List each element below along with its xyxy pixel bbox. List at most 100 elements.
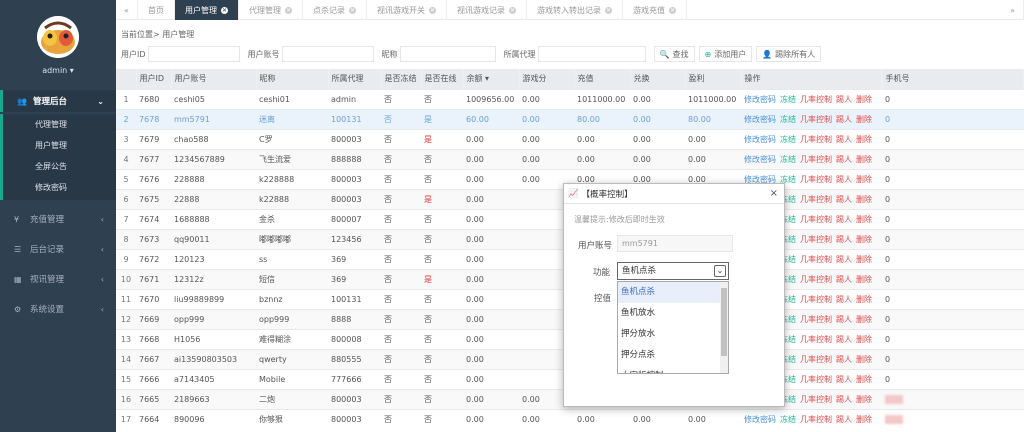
table-row[interactable]: 17 7664 890096 你够狠 800003 否否 0.00 0.00 0.00 0.00 0… [116,408,1024,429]
edit-password-link[interactable]: 修改密码 [744,415,776,424]
nav-admin[interactable]: 👥 管理后台 ⌄ [0,90,116,112]
close-button[interactable]: × [770,188,778,199]
col-agent[interactable]: 所属代理 [328,69,382,89]
delete-link[interactable]: 删除 [856,355,872,364]
freeze-link[interactable]: 冻结 [780,155,796,164]
kick-link[interactable]: 踢人 [836,355,852,364]
delete-link[interactable]: 删除 [856,255,872,264]
delete-link[interactable]: 删除 [856,155,872,164]
nav-records[interactable]: ☰ 后台记录 ‹ [0,238,116,260]
rate-control-link[interactable]: 几率控制 [800,155,832,164]
delete-link[interactable]: 删除 [856,295,872,304]
option-bigword-control[interactable]: 大字版控制 [618,366,721,373]
col-frozen[interactable]: 是否冻结 [381,69,422,89]
col-uid[interactable]: 用户ID [136,69,172,89]
option-bet-release[interactable]: 押分放水 [618,324,721,345]
subnav-notice[interactable]: 全屏公告 [35,161,67,172]
subnav-password[interactable]: 修改密码 [35,182,67,193]
tab-video-records[interactable]: 视讯游戏记录 ✕ [447,0,527,20]
table-row[interactable]: 1 7680 ceshi05 ceshi01 admin 否否 1009656.00 0.00… [116,88,1024,109]
kick-link[interactable]: 踢人 [836,155,852,164]
search-button[interactable]: 🔍 查找 [653,46,695,62]
rate-control-link[interactable]: 几率控制 [800,335,832,344]
col-nick[interactable]: 昵称 [256,69,329,89]
kick-link[interactable]: 踢人 [836,235,852,244]
kick-link[interactable]: 踢人 [836,175,852,184]
col-exchange[interactable]: 兑换 [630,69,686,89]
filter-agent-input[interactable] [537,46,646,62]
close-icon[interactable]: ✕ [509,6,516,14]
kick-link[interactable]: 踢人 [836,335,852,344]
option-bet-kill[interactable]: 押分点杀 [618,345,721,366]
delete-link[interactable]: 删除 [856,415,872,424]
rate-control-link[interactable]: 几率控制 [800,255,832,264]
rate-control-link[interactable]: 几率控制 [800,115,832,124]
tab-next-button[interactable]: » [1002,0,1024,20]
edit-password-link[interactable]: 修改密码 [744,135,776,144]
account-input[interactable]: mm5791 [617,235,733,252]
tab-users[interactable]: 用户管理 ✕ [175,0,239,20]
kick-link[interactable]: 踢人 [836,315,852,324]
delete-link[interactable]: 删除 [856,235,872,244]
kick-link[interactable]: 踢人 [836,395,852,404]
filter-nick-input[interactable] [399,46,496,62]
option-fish-kill[interactable]: 鱼机点杀 [618,282,721,303]
kick-link[interactable]: 踢人 [836,215,852,224]
kick-all-button[interactable]: 👤 踢除所有人 [756,46,822,62]
tab-kill-records[interactable]: 点杀记录 ✕ [303,0,367,20]
kick-link[interactable]: 踢人 [836,115,852,124]
filter-uid-input[interactable] [147,46,240,62]
rate-control-link[interactable]: 几率控制 [800,175,832,184]
rate-control-link[interactable]: 几率控制 [800,355,832,364]
rate-control-link[interactable]: 几率控制 [800,275,832,284]
freeze-link[interactable]: 冻结 [780,135,796,144]
col-phone[interactable]: 手机号 [882,69,1024,89]
rate-control-link[interactable]: 几率控制 [800,375,832,384]
subnav-users[interactable]: 用户管理 [35,140,67,151]
close-icon[interactable]: ✕ [221,6,228,14]
rate-control-link[interactable]: 几率控制 [800,315,832,324]
col-account[interactable]: 用户账号 [171,69,257,89]
edit-password-link[interactable]: 修改密码 [744,115,776,124]
table-row[interactable]: 4 7677 1234567889 飞生流爱 888888 否否 0.00 0.00 0.00 0… [116,148,1024,169]
freeze-link[interactable]: 冻结 [780,115,796,124]
col-recharge[interactable]: 充值 [574,69,631,89]
edit-password-link[interactable]: 修改密码 [744,95,776,104]
kick-link[interactable]: 踢人 [836,255,852,264]
close-icon[interactable]: ✕ [285,6,292,14]
rate-control-link[interactable]: 几率控制 [800,235,832,244]
delete-link[interactable]: 删除 [856,115,872,124]
scrollbar-thumb[interactable] [721,288,727,356]
rate-control-link[interactable]: 几率控制 [800,135,832,144]
freeze-link[interactable]: 冻结 [780,415,796,424]
chevron-down-icon[interactable]: ⌄ [714,265,726,277]
tab-video-switch[interactable]: 视讯游戏开关 ✕ [367,0,447,20]
kick-link[interactable]: 踢人 [836,295,852,304]
col-online[interactable]: 是否在线 [421,69,464,89]
option-fish-release[interactable]: 鱼机放水 [618,303,721,324]
edit-password-link[interactable]: 修改密码 [744,155,776,164]
tab-agent[interactable]: 代理管理 ✕ [239,0,303,20]
delete-link[interactable]: 删除 [856,375,872,384]
user-menu[interactable]: admin ▾ [0,66,116,75]
close-icon[interactable]: ✕ [605,6,612,14]
rate-control-link[interactable]: 几率控制 [800,195,832,204]
rate-control-link[interactable]: 几率控制 [800,95,832,104]
rate-control-link[interactable]: 几率控制 [800,395,832,404]
add-user-button[interactable]: ⊕ 添加用户 [698,46,753,62]
delete-link[interactable]: 删除 [856,175,872,184]
col-balance[interactable]: 余额 ▾ [463,69,520,89]
filter-account-input[interactable] [281,46,374,62]
kick-link[interactable]: 踢人 [836,195,852,204]
delete-link[interactable]: 删除 [856,395,872,404]
delete-link[interactable]: 删除 [856,335,872,344]
tab-home[interactable]: 首页 [138,0,175,20]
table-row[interactable]: 2 7678 mm5791 迷离 100131 否是 60.00 0.00 80.00 0.00 8… [116,108,1024,129]
tab-prev-button[interactable]: « [116,0,138,20]
kick-link[interactable]: 踢人 [836,135,852,144]
nav-recharge[interactable]: ¥ 充值管理 ‹ [0,208,116,230]
delete-link[interactable]: 删除 [856,315,872,324]
close-icon[interactable]: ✕ [669,6,676,14]
col-profit[interactable]: 盈利 [685,69,742,89]
col-game-score[interactable]: 游戏分 [519,69,575,89]
